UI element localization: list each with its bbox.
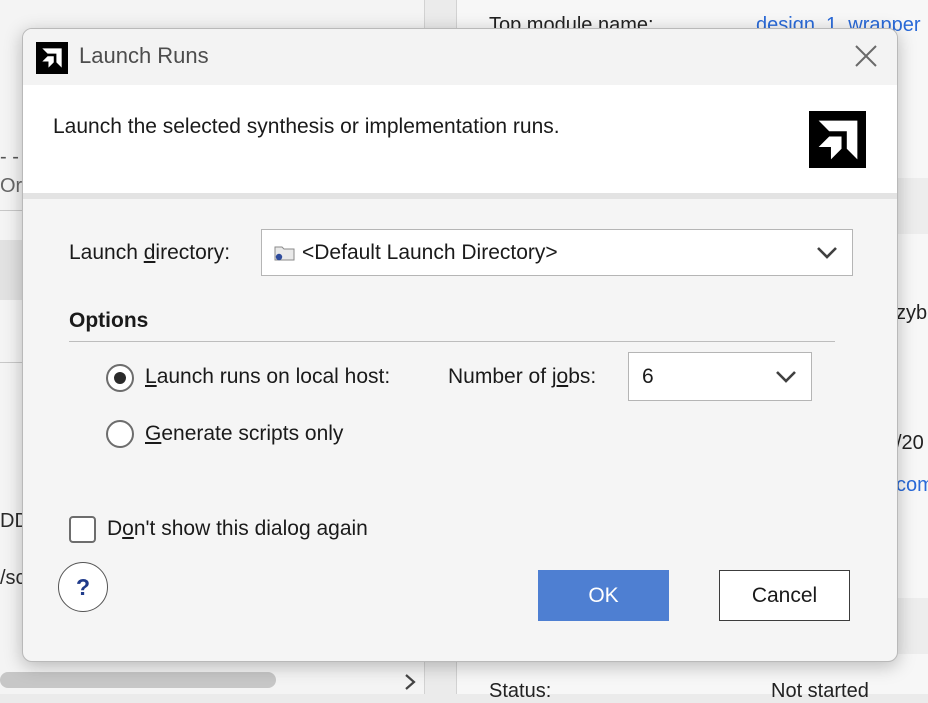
- horizontal-scrollbar[interactable]: [0, 672, 276, 688]
- ok-button[interactable]: OK: [538, 570, 669, 621]
- help-icon: ?: [75, 573, 91, 600]
- amd-app-icon: [36, 42, 68, 74]
- chevron-down-icon: [776, 370, 796, 383]
- generate-scripts-radio[interactable]: [106, 420, 134, 448]
- number-of-jobs-select[interactable]: 6: [628, 352, 812, 401]
- launch-runs-dialog: Launch Runs Launch the selected synthesi…: [22, 28, 898, 662]
- label-text: irectory:: [155, 241, 231, 264]
- label-mnemonic: d: [143, 241, 156, 264]
- dont-show-again-checkbox[interactable]: [69, 516, 96, 543]
- local-host-radio[interactable]: [106, 364, 134, 392]
- number-of-jobs-value: 6: [642, 365, 654, 388]
- title-bar[interactable]: Launch Runs: [23, 29, 897, 85]
- bg-link-fragment[interactable]: com: [896, 474, 928, 497]
- generate-scripts-label[interactable]: Generate scripts only: [145, 422, 343, 446]
- label-mnemonic: o: [122, 517, 134, 540]
- label-text: Number of j: [448, 365, 557, 388]
- options-divider: [69, 341, 835, 342]
- bg-left-band: [0, 240, 22, 300]
- label-mnemonic: G: [145, 422, 162, 445]
- dont-show-again-label[interactable]: Don't show this dialog again: [107, 517, 368, 541]
- label-text: n't show this dialog again: [133, 517, 368, 540]
- amd-logo-icon: [809, 111, 866, 168]
- close-icon: [855, 45, 877, 67]
- scroll-right-icon[interactable]: [400, 672, 420, 692]
- local-host-label[interactable]: Launch runs on local host:: [145, 365, 390, 389]
- folder-icon: [274, 243, 296, 263]
- label-text: bs:: [568, 365, 597, 388]
- bg-left-fragment: - -: [0, 146, 19, 168]
- bg-left-divider: [0, 210, 22, 211]
- label-mnemonic: L: [145, 365, 157, 388]
- radio-selected-dot: [114, 372, 126, 384]
- launch-directory-label: Launch directory:: [69, 241, 230, 265]
- dialog-description: Launch the selected synthesis or impleme…: [53, 115, 560, 138]
- label-text: D: [107, 517, 123, 540]
- bg-status-value: Not started: [771, 680, 869, 702]
- number-of-jobs-label: Number of jobs:: [448, 365, 596, 389]
- label-text: enerate scripts only: [161, 422, 344, 445]
- chevron-down-icon: [817, 246, 837, 259]
- bg-status-label: Status:: [489, 680, 552, 702]
- label-mnemonic: o: [556, 365, 569, 388]
- options-section-title: Options: [69, 309, 149, 332]
- bg-fragment: /20: [896, 432, 924, 454]
- cancel-button[interactable]: Cancel: [719, 570, 850, 621]
- bg-left-divider: [0, 362, 22, 363]
- label-text: Launch: [69, 241, 144, 264]
- dialog-title: Launch Runs: [79, 43, 209, 68]
- help-button[interactable]: ?: [58, 562, 108, 612]
- description-banner: Launch the selected synthesis or impleme…: [23, 85, 897, 199]
- close-button[interactable]: [849, 39, 883, 73]
- launch-directory-select[interactable]: <Default Launch Directory>: [261, 229, 853, 276]
- label-text: aunch runs on local host:: [156, 365, 391, 388]
- launch-directory-value: <Default Launch Directory>: [302, 241, 558, 264]
- bg-fragment: zyb: [896, 302, 928, 324]
